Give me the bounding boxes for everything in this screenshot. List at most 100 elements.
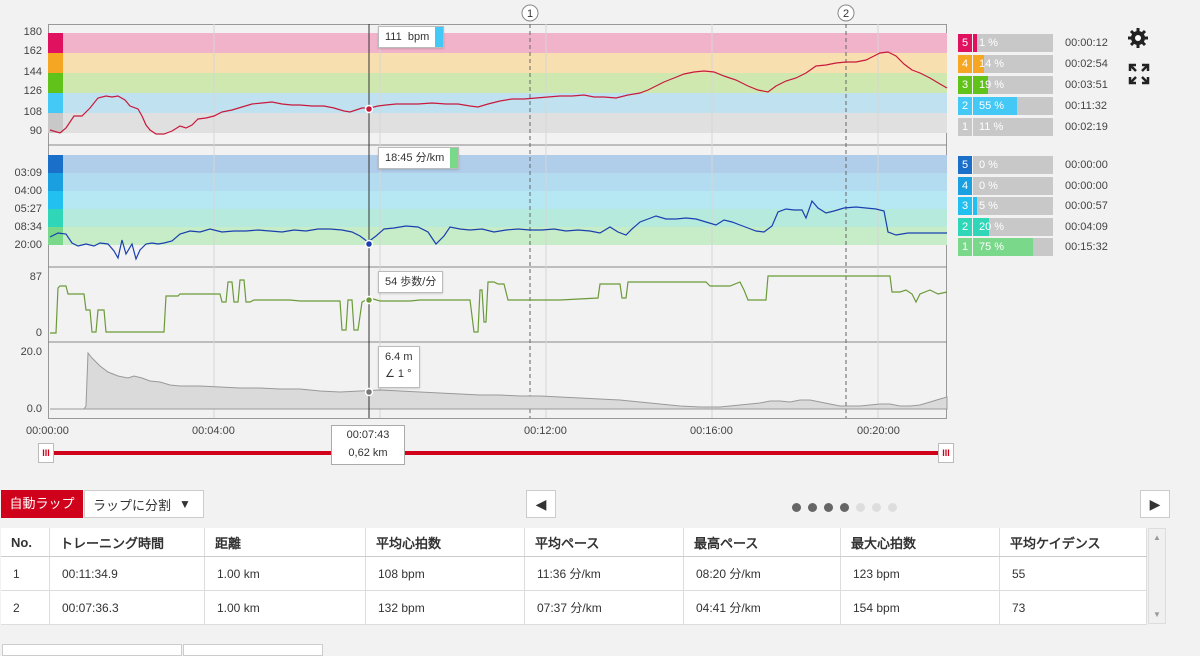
zone-number: 5 bbox=[958, 156, 972, 174]
hr-zone5-band bbox=[48, 33, 947, 53]
col-header[interactable]: 平均ケイデンス bbox=[999, 528, 1147, 557]
pager-dots[interactable] bbox=[792, 499, 904, 517]
x-tick: 00:16:00 bbox=[690, 425, 733, 437]
range-slider-left-handle[interactable]: III bbox=[38, 443, 54, 463]
col-header[interactable]: 最高ペース bbox=[683, 528, 841, 557]
pace-zone2-key bbox=[48, 209, 63, 227]
col-header[interactable]: 最大心拍数 bbox=[840, 528, 1000, 557]
table-cell: 1 bbox=[1, 556, 50, 591]
cadence-line bbox=[50, 275, 948, 334]
zone-number: 2 bbox=[958, 217, 972, 236]
pager-dot[interactable] bbox=[840, 503, 849, 512]
lap-marker-label-2: 2 bbox=[843, 8, 849, 20]
x-tick: 00:20:00 bbox=[857, 425, 900, 437]
zone-percent: 0 % bbox=[979, 159, 998, 171]
hr-zones-row: 2 55 % 00:11:32 bbox=[958, 97, 1118, 115]
zone-time: 00:02:54 bbox=[1065, 58, 1108, 70]
hr-zone3-key bbox=[48, 73, 63, 93]
pager-dot[interactable] bbox=[808, 503, 817, 512]
table-cell: 108 bpm bbox=[365, 556, 525, 591]
table-cell: 123 bpm bbox=[840, 556, 1000, 591]
hr-zones-row: 5 1 % 00:00:12 bbox=[958, 34, 1118, 52]
pager-dot[interactable] bbox=[872, 503, 881, 512]
x-tick: 00:04:00 bbox=[192, 425, 235, 437]
scroll-up-icon[interactable]: ▲ bbox=[1149, 533, 1165, 542]
col-header[interactable]: トレーニング時間 bbox=[49, 528, 205, 557]
hr-zones-row: 4 14 % 00:02:54 bbox=[958, 55, 1118, 73]
altitude-cursor-point bbox=[364, 387, 374, 397]
prev-page-button[interactable]: ◀ bbox=[526, 490, 556, 518]
scroll-down-icon[interactable]: ▼ bbox=[1149, 610, 1165, 619]
zone-number: 1 bbox=[958, 118, 972, 136]
bottom-tab[interactable] bbox=[2, 644, 182, 656]
altitude-value: 6.4 m bbox=[385, 351, 413, 363]
settings-gear-icon[interactable] bbox=[1126, 26, 1150, 50]
hr-zone1-band bbox=[48, 113, 947, 133]
fullscreen-expand-icon[interactable] bbox=[1128, 63, 1150, 85]
cursor-readout: 00:07:43 0,62 km bbox=[331, 425, 405, 465]
table-cell: 2 bbox=[1, 590, 50, 625]
cursor-distance: 0,62 km bbox=[348, 447, 388, 459]
auto-lap-button[interactable]: 自動ラップ bbox=[1, 490, 83, 518]
zone-time: 00:00:00 bbox=[1065, 179, 1108, 192]
col-header[interactable]: No. bbox=[1, 528, 50, 557]
pace-zone1-band bbox=[48, 227, 947, 245]
pager-dot[interactable] bbox=[824, 503, 833, 512]
pace-cursor-point bbox=[364, 239, 374, 249]
hr-zones-row: 1 11 % 00:02:19 bbox=[958, 118, 1118, 136]
zone-number: 2 bbox=[958, 97, 972, 115]
table-cell: 11:36 分/km bbox=[524, 556, 684, 591]
hr-y-tick: 144 bbox=[23, 66, 42, 78]
pace-zones-row: 1 75 % 00:15:32 bbox=[958, 238, 1118, 256]
pager-dot[interactable] bbox=[792, 503, 801, 512]
lap-table-header: No. トレーニング時間 距離 平均心拍数 平均ペース 最高ペース 最大心拍数 … bbox=[1, 528, 1147, 557]
zone-percent: 1 % bbox=[979, 37, 998, 49]
hr-zone3-band bbox=[48, 73, 947, 93]
table-cell: 04:41 分/km bbox=[683, 590, 841, 625]
table-cell: 07:37 分/km bbox=[524, 590, 684, 625]
zone-percent: 14 % bbox=[979, 58, 1005, 70]
hr-zone-indicator bbox=[435, 27, 444, 47]
pace-tooltip: 18:45 分/km bbox=[378, 147, 460, 169]
pace-zone-indicator bbox=[450, 148, 459, 168]
pace-y-tick: 03:09 bbox=[14, 167, 42, 179]
hr-y-tick: 126 bbox=[23, 85, 42, 97]
zone-percent: 75 % bbox=[979, 241, 1005, 253]
col-header[interactable]: 距離 bbox=[204, 528, 366, 557]
col-header[interactable]: 平均ペース bbox=[524, 528, 684, 557]
hr-y-tick: 108 bbox=[23, 106, 42, 118]
zone-number: 4 bbox=[958, 176, 972, 195]
table-cell: 1.00 km bbox=[204, 556, 366, 591]
zone-time: 00:02:19 bbox=[1065, 121, 1108, 133]
col-header[interactable]: 平均心拍数 bbox=[365, 528, 525, 557]
next-page-button[interactable]: ▶ bbox=[1140, 490, 1170, 518]
table-cell: 08:20 分/km bbox=[683, 556, 841, 591]
split-lap-label: ラップに分割 bbox=[93, 497, 172, 513]
table-scrollbar[interactable]: ▲ ▼ bbox=[1148, 528, 1166, 624]
chevron-left-icon: ◀ bbox=[535, 495, 547, 512]
table-cell: 73 bbox=[999, 590, 1147, 625]
altitude-tooltip: 6.4 m ∠ 1 ° bbox=[378, 346, 420, 388]
zone-number: 1 bbox=[958, 238, 972, 256]
table-row[interactable]: 2 00:07:36.3 1.00 km 132 bpm 07:37 分/km … bbox=[1, 590, 1147, 625]
pace-y-tick: 08:34 bbox=[14, 221, 42, 233]
zone-number: 4 bbox=[958, 55, 972, 73]
pace-zone3-band bbox=[48, 191, 947, 209]
cadence-y-tick: 87 bbox=[29, 271, 42, 283]
grade-icon: ∠ bbox=[385, 368, 398, 380]
pace-zone5-key bbox=[48, 155, 63, 173]
zone-time: 00:00:00 bbox=[1065, 159, 1108, 171]
table-cell: 1.00 km bbox=[204, 590, 366, 625]
zone-percent-bar: 75 % bbox=[973, 238, 1053, 256]
range-slider-track[interactable] bbox=[46, 451, 946, 455]
bottom-tab[interactable] bbox=[183, 644, 323, 656]
split-lap-dropdown[interactable]: ラップに分割 ▼ bbox=[84, 490, 204, 518]
range-slider-right-handle[interactable]: III bbox=[938, 443, 954, 463]
zone-percent-fill bbox=[973, 34, 977, 52]
pager-dot[interactable] bbox=[888, 503, 897, 512]
table-row[interactable]: 1 00:11:34.9 1.00 km 108 bpm 11:36 分/km … bbox=[1, 556, 1147, 591]
pager-dot[interactable] bbox=[856, 503, 865, 512]
zone-percent-bar: 11 % bbox=[973, 118, 1053, 136]
pace-y-tick: 04:00 bbox=[14, 185, 42, 197]
hr-zones-row: 3 19 % 00:03:51 bbox=[958, 76, 1118, 94]
